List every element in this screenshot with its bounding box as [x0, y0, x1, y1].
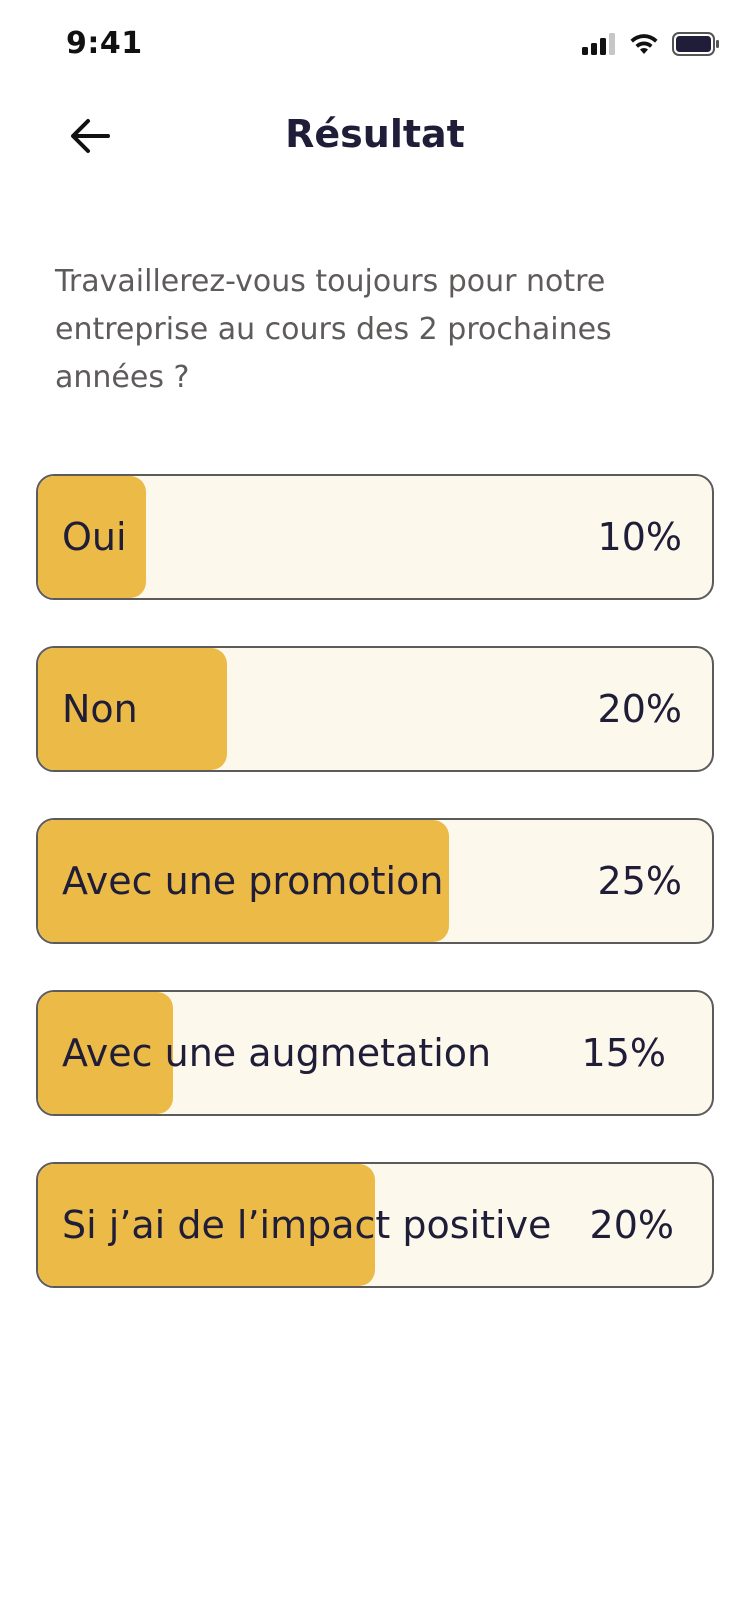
result-label: Non [62, 687, 138, 731]
result-option-oui[interactable]: Oui 10% [36, 474, 714, 600]
status-time: 9:41 [66, 26, 143, 61]
result-option-impact[interactable]: Si j’ai de l’impact positive 20% [36, 1162, 714, 1288]
status-icons [582, 32, 720, 60]
page-title: Résultat [285, 112, 465, 156]
question-text: Travaillerez-vous toujours pour notre en… [55, 264, 612, 395]
result-label: Oui [62, 515, 127, 559]
result-percent: 20% [597, 687, 682, 731]
result-label: Avec une augmetation [62, 1031, 492, 1075]
result-label: Avec une promotion [62, 859, 444, 903]
result-label: Si j’ai de l’impact positive [62, 1203, 552, 1247]
status-bar: 9:41 [0, 0, 750, 92]
result-option-promotion[interactable]: Avec une promotion 25% [36, 818, 714, 944]
result-option-non[interactable]: Non 20% [36, 646, 714, 772]
wifi-icon [628, 32, 660, 60]
result-percent: 25% [597, 859, 682, 903]
header: Résultat [0, 92, 750, 182]
result-option-augmentation[interactable]: Avec une augmetation 15% [36, 990, 714, 1116]
battery-icon [672, 32, 720, 60]
signal-icon [582, 33, 616, 59]
results-list: Oui 10% Non 20% Avec une promotion 25% A… [36, 474, 714, 1334]
result-percent: 20% [589, 1203, 674, 1247]
result-percent: 15% [581, 1031, 666, 1075]
result-percent: 10% [597, 515, 682, 559]
